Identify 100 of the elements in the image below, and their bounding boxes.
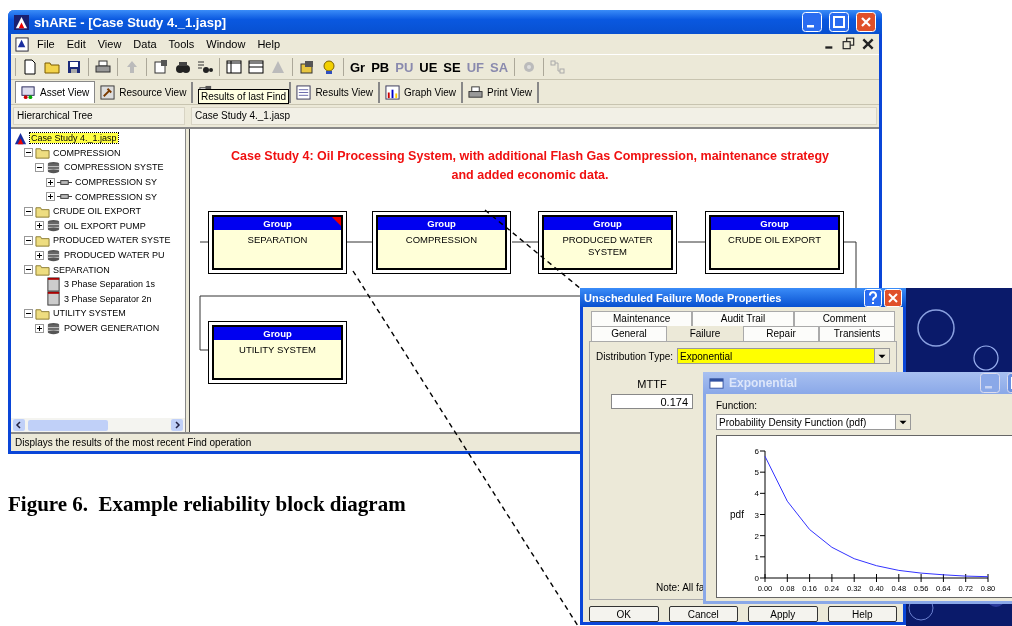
group-block[interactable]: Group CRUDE OIL EXPORT: [705, 211, 844, 274]
tree-item[interactable]: UTILITY SYSTEM: [52, 308, 127, 319]
dialog-tab[interactable]: Audit Trail: [692, 311, 794, 326]
dialog-tab[interactable]: Comment: [793, 311, 895, 326]
help-button[interactable]: [864, 288, 882, 307]
menu-item[interactable]: Edit: [61, 38, 91, 50]
folder-icon: [35, 145, 50, 161]
maximize-button[interactable]: [829, 12, 849, 32]
menu-item[interactable]: File: [32, 38, 60, 50]
dialog-button[interactable]: OK: [589, 606, 659, 622]
restore-icon[interactable]: [842, 37, 856, 51]
block-label: COMPRESSION: [404, 233, 479, 246]
toolbar-button[interactable]: PB: [371, 59, 390, 75]
collapse-icon[interactable]: [24, 206, 33, 216]
tree-item[interactable]: OIL EXPORT PUMP: [63, 220, 147, 231]
dialog-tab[interactable]: General: [591, 326, 667, 341]
group-block[interactable]: Group COMPRESSION: [372, 211, 511, 274]
menu-item[interactable]: Tools: [163, 38, 200, 50]
dialog-tab[interactable]: Transients: [819, 326, 895, 341]
tick-label: 1: [754, 552, 759, 562]
expand-icon[interactable]: [35, 323, 44, 333]
close-icon[interactable]: [861, 37, 875, 51]
figure-caption: Figure 6. Example reliability block diagram: [8, 492, 406, 517]
collapse-icon[interactable]: [24, 148, 33, 158]
tree-item[interactable]: SEPARATION: [52, 264, 111, 275]
function-dropdown[interactable]: Probability Density Function (pdf): [716, 414, 911, 430]
split-layout-icon[interactable]: [248, 59, 264, 75]
expand-icon[interactable]: [35, 250, 44, 260]
panel-layout-icon[interactable]: [226, 59, 242, 75]
group-block[interactable]: Group PRODUCED WATER SYSTEM: [538, 211, 677, 274]
save-icon[interactable]: [66, 59, 82, 75]
group-block[interactable]: Group UTILITY SYSTEM: [208, 321, 347, 384]
scrollbar[interactable]: [11, 418, 185, 432]
field-label: Distribution Type:: [596, 350, 674, 362]
collapse-icon[interactable]: [24, 308, 33, 318]
diagram-title: Case Study 4: Oil Processing System, with additional Flash Gas Compression, maintenance strategy and added economic data.: [229, 148, 831, 184]
dialog-tab[interactable]: Maintenance: [591, 311, 693, 326]
printer-icon[interactable]: [95, 59, 111, 75]
view-tab[interactable]: Asset View: [15, 81, 96, 103]
lightbulb-icon[interactable]: [321, 59, 337, 75]
toolbar-button[interactable]: SE: [443, 59, 461, 75]
window-title: Exponential: [729, 376, 797, 390]
dialog-tab[interactable]: Repair: [743, 326, 819, 341]
new-document-icon[interactable]: [22, 59, 38, 75]
expand-icon[interactable]: [35, 221, 44, 231]
menu-item[interactable]: Help: [252, 38, 286, 50]
stack-icon: [46, 160, 61, 175]
properties-icon[interactable]: [153, 59, 169, 75]
dialog-button[interactable]: Help: [827, 606, 897, 622]
tick-label: 5: [754, 468, 759, 478]
tree-item[interactable]: PRODUCED WATER SYSTE: [52, 235, 172, 246]
block-header: Group: [544, 217, 671, 230]
stack-icon: [46, 218, 61, 234]
menu-item[interactable]: View: [92, 38, 127, 50]
toolbar-button[interactable]: Gr: [350, 59, 366, 75]
distribution-dropdown[interactable]: Exponential: [677, 348, 890, 364]
window-title: shARE - [Case Study 4._1.jasp]: [34, 14, 227, 30]
dialog-title: Unscheduled Failure Mode Properties: [584, 291, 782, 304]
tree-item[interactable]: CRUDE OIL EXPORT: [52, 206, 143, 217]
block-label: PRODUCED WATER SYSTEM: [561, 233, 654, 258]
logo-icon: [14, 14, 29, 30]
menu-item[interactable]: Window: [201, 38, 251, 50]
open-folder-icon[interactable]: [44, 59, 60, 75]
vessel-icon: [46, 291, 61, 307]
tree-item[interactable]: COMPRESSION: [52, 147, 122, 158]
close-button[interactable]: [884, 288, 902, 307]
toolbar-button[interactable]: UE: [419, 59, 438, 75]
expand-icon[interactable]: [46, 192, 55, 202]
menu-item[interactable]: Data: [128, 38, 162, 50]
group-block[interactable]: Group SEPARATION: [208, 211, 347, 274]
tooltip: Results of last Find: [198, 89, 290, 104]
input-field[interactable]: 0.174: [611, 394, 693, 409]
monitor-icon: [21, 85, 36, 100]
tree-item[interactable]: 3 Phase Separation 1s: [63, 279, 157, 290]
dialog-button[interactable]: Cancel: [668, 606, 738, 622]
find-list-icon[interactable]: [197, 59, 213, 75]
collapse-icon[interactable]: [24, 265, 33, 275]
collapse-icon[interactable]: [24, 235, 33, 245]
tree-item[interactable]: COMPRESSION SY: [74, 177, 158, 188]
tree-item[interactable]: 3 Phase Separator 2n: [63, 293, 153, 304]
tick-label: 3: [754, 510, 759, 520]
stack-icon: [46, 320, 61, 336]
tick-label: 4: [754, 489, 759, 499]
tree-item[interactable]: COMPRESSION SYSTE: [63, 162, 165, 173]
collapse-icon[interactable]: [35, 163, 44, 172]
document-icon: [15, 36, 30, 52]
tree-item[interactable]: Case Study 4._1.jasp: [30, 133, 118, 144]
printer-icon: [468, 84, 484, 100]
bar-chart-icon: [385, 84, 400, 100]
axis-label: pdf: [730, 509, 744, 520]
binoculars-icon[interactable]: [175, 59, 191, 75]
dialog-button[interactable]: Apply: [748, 606, 818, 622]
field-label: MTTF: [637, 378, 667, 390]
block-header: Group: [214, 217, 341, 230]
tree-item[interactable]: POWER GENERATION: [63, 323, 161, 333]
tree-item[interactable]: COMPRESSION SY: [74, 191, 158, 202]
close-button[interactable]: [856, 12, 876, 32]
tree-item[interactable]: PRODUCED WATER PU: [63, 250, 166, 261]
expand-icon[interactable]: [46, 177, 55, 187]
block-label: UTILITY SYSTEM: [238, 343, 317, 356]
